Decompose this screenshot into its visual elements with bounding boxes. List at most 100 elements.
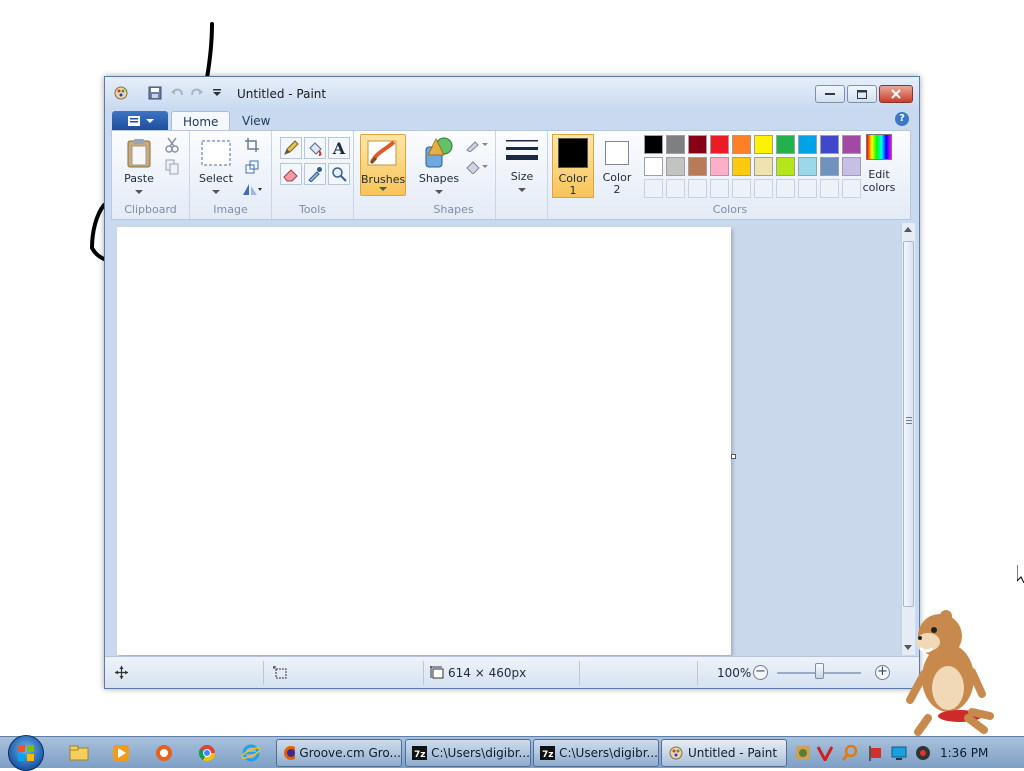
palette-custom-slot[interactable] [688,179,707,198]
tray-flag-icon[interactable] [867,745,883,761]
minimize-button[interactable] [815,85,845,103]
palette-custom-slot[interactable] [710,179,729,198]
zoom-in-button[interactable]: + [875,665,890,680]
paint-app-icon[interactable] [113,85,129,101]
text-tool[interactable]: A [328,137,350,159]
eraser-tool[interactable] [280,163,302,185]
taskbar-item-label: C:\Users\digibr... [431,746,530,760]
palette-swatch[interactable] [820,135,839,154]
color-2-button[interactable]: Color 2 [596,134,638,198]
rotate-icon[interactable] [242,179,262,199]
palette-swatch[interactable] [710,157,729,176]
help-icon[interactable]: ? [895,112,909,126]
palette-swatch[interactable] [732,157,751,176]
color-1-button[interactable]: Color 1 [552,134,594,198]
resize-icon[interactable] [242,157,262,177]
taskbar-item-paint[interactable]: Untitled - Paint [661,739,787,767]
palette-swatch[interactable] [688,135,707,154]
tools-group: A Tools [272,131,354,219]
ribbon: Paste Clipboard Select Image A Tools Bru… [111,130,911,220]
palette-custom-slot[interactable] [798,179,817,198]
ribbon-tab-row: Home View ? [105,109,919,132]
internet-explorer-icon[interactable] [240,743,262,763]
size-group: Size [496,131,548,219]
taskbar-item-7zip-1[interactable]: 7z C:\Users\digibr... [405,739,531,767]
tray-monitor-icon[interactable] [891,745,907,761]
explorer-icon[interactable] [68,743,90,763]
taskbar-clock: 1:36 PM [940,746,989,760]
redo-icon[interactable] [189,85,205,101]
zoom-out-button[interactable]: − [753,665,768,680]
tray-v-icon[interactable] [817,745,833,761]
magnifier-tool[interactable] [328,163,350,185]
copy-icon[interactable] [162,157,182,177]
tools-group-label: Tools [298,203,327,216]
color-picker-tool[interactable] [304,163,326,185]
palette-swatch[interactable] [820,157,839,176]
palette-swatch[interactable] [644,157,663,176]
palette-swatch[interactable] [666,135,685,154]
tab-view[interactable]: View [231,111,281,131]
zoom-slider-thumb[interactable] [815,663,824,679]
app-icon[interactable] [153,743,175,763]
chevron-down-icon [518,188,526,192]
taskbar-item-7zip-2[interactable]: 7z C:\Users\digibr... [533,739,659,767]
palette-custom-slot[interactable] [820,179,839,198]
media-player-icon[interactable] [110,743,132,763]
chrome-icon[interactable] [196,743,218,763]
brushes-button[interactable]: Brushes [360,134,406,196]
paint-menu-button[interactable] [112,111,168,130]
edit-colors-button[interactable]: Edit colors [856,134,902,196]
shapes-button[interactable]: Shapes [418,135,460,198]
palette-swatch[interactable] [754,157,773,176]
crop-icon[interactable] [242,135,262,155]
vertical-scrollbar[interactable] [901,223,915,655]
customize-toolbar-icon[interactable] [209,85,225,101]
palette-swatch[interactable] [798,157,817,176]
scrollbar-thumb[interactable] [903,241,914,607]
palette-custom-slot[interactable] [754,179,773,198]
palette-swatch[interactable] [688,157,707,176]
paste-button[interactable]: Paste [120,137,158,198]
chevron-down-icon [135,190,143,194]
tray-search-icon[interactable] [842,745,858,761]
cut-icon[interactable] [162,135,182,155]
canvas-resize-handle[interactable] [731,454,736,459]
palette-swatch[interactable] [754,135,773,154]
undo-icon[interactable] [169,85,185,101]
palette-swatch[interactable] [798,135,817,154]
scroll-up-icon[interactable] [904,227,912,233]
shapes-icon [425,137,453,168]
close-button[interactable] [879,85,913,103]
select-button[interactable]: Select [196,137,236,198]
palette-swatch[interactable] [666,157,685,176]
fill-icon[interactable] [464,157,490,177]
palette-swatch[interactable] [710,135,729,154]
maximize-icon [857,89,867,99]
maximize-button[interactable] [847,85,877,103]
palette-custom-slot[interactable] [776,179,795,198]
palette-custom-slot[interactable] [666,179,685,198]
palette-custom-slot[interactable] [732,179,751,198]
mouse-cursor-icon [1017,565,1024,583]
start-button[interactable] [8,735,44,771]
tray-app-icon[interactable] [795,745,811,761]
tray-circle-icon[interactable] [915,745,931,761]
palette-swatch[interactable] [732,135,751,154]
pencil-tool[interactable] [280,137,302,159]
magnifier-icon [332,167,347,182]
tab-home[interactable]: Home [171,111,231,132]
fill-tool[interactable] [304,137,326,159]
drawing-canvas[interactable] [117,227,731,655]
outline-icon[interactable] [464,135,490,155]
palette-swatch[interactable] [644,135,663,154]
paint-icon [669,746,683,760]
chevron-down-icon [212,190,220,194]
palette-custom-slot[interactable] [644,179,663,198]
colors-group-label: Colors [712,203,748,216]
palette-swatch[interactable] [776,135,795,154]
taskbar-item-groove[interactable]: Groove.cm Gro... [276,739,402,767]
palette-swatch[interactable] [776,157,795,176]
save-icon[interactable] [147,85,163,101]
size-button[interactable]: Size [502,137,542,196]
